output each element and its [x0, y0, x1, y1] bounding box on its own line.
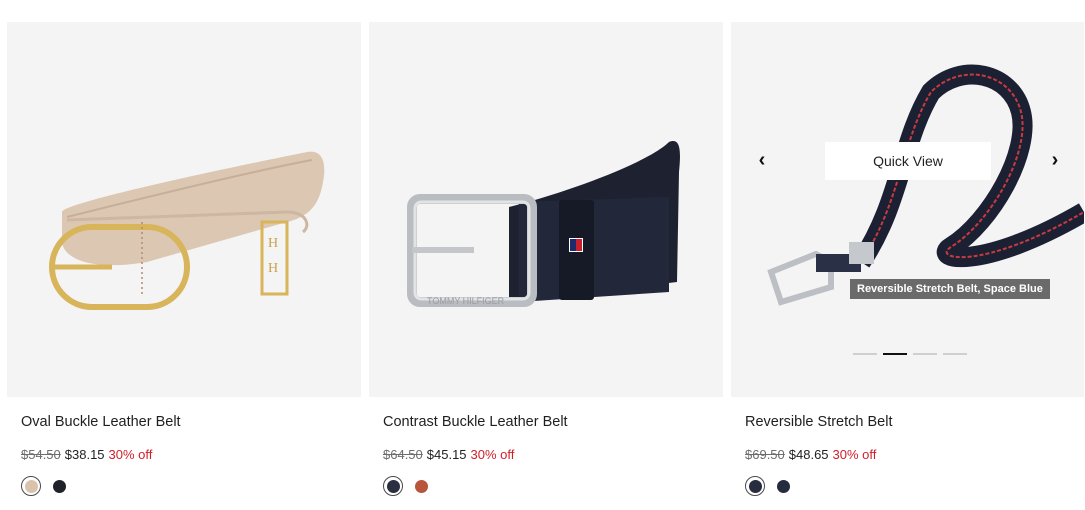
carousel-dot[interactable] [913, 353, 937, 355]
product-title[interactable]: Contrast Buckle Leather Belt [383, 414, 568, 430]
belt-image: TOMMY HILFIGER [407, 141, 680, 307]
product-title[interactable]: Reversible Stretch Belt [745, 414, 892, 430]
product-price: $69.50 $48.65 30% off [745, 447, 876, 462]
color-swatches [745, 476, 793, 496]
belt-image: H H [49, 151, 325, 310]
carousel-indicators [853, 353, 967, 355]
product-card[interactable]: TOMMY HILFIGER Contrast Buckle Leather B… [369, 22, 723, 496]
sale-price: $48.65 [788, 447, 829, 462]
sale-price: $45.15 [426, 447, 467, 462]
belt-image [767, 64, 1084, 306]
carousel-dot-active[interactable] [883, 353, 907, 355]
carousel-dot[interactable] [853, 353, 877, 355]
product-title[interactable]: Oval Buckle Leather Belt [21, 414, 181, 430]
image-tooltip: Reversible Stretch Belt, Space Blue [850, 279, 1050, 299]
product-card[interactable]: H H Oval Buckle Leather Belt $54.50 $38.1… [7, 22, 361, 496]
svg-text:TOMMY HILFIGER: TOMMY HILFIGER [427, 296, 505, 306]
discount-label: 30% off [832, 447, 877, 462]
discount-label: 30% off [108, 447, 153, 462]
original-price: $64.50 [383, 447, 423, 462]
product-card[interactable]: ‹ › Quick View Reversible Stretch Belt, … [731, 22, 1084, 496]
product-grid: H H Oval Buckle Leather Belt $54.50 $38.1… [7, 22, 1084, 496]
carousel-dot[interactable] [943, 353, 967, 355]
discount-label: 30% off [470, 447, 515, 462]
color-swatch-brown[interactable] [411, 476, 431, 496]
svg-text:H: H [268, 261, 278, 276]
chevron-right-icon: › [1051, 148, 1059, 171]
quick-view-button[interactable]: Quick View [825, 142, 991, 180]
product-image[interactable]: H H [7, 22, 361, 397]
product-price: $54.50 $38.15 30% off [21, 447, 152, 462]
carousel-prev-button[interactable]: ‹ [751, 149, 773, 171]
color-swatches [21, 476, 69, 496]
carousel-next-button[interactable]: › [1044, 149, 1066, 171]
original-price: $54.50 [21, 447, 61, 462]
color-swatch-navy[interactable] [773, 476, 793, 496]
original-price: $69.50 [745, 447, 785, 462]
color-swatch-black[interactable] [49, 476, 69, 496]
color-swatch-navy[interactable] [383, 476, 403, 496]
color-swatch-space-blue[interactable] [745, 476, 765, 496]
sale-price: $38.15 [64, 447, 105, 462]
color-swatches [383, 476, 431, 496]
color-swatch-beige[interactable] [21, 476, 41, 496]
chevron-left-icon: ‹ [758, 148, 766, 171]
product-image[interactable]: ‹ › Quick View Reversible Stretch Belt, … [731, 22, 1084, 397]
product-price: $64.50 $45.15 30% off [383, 447, 514, 462]
svg-text:H: H [268, 236, 278, 251]
product-image[interactable]: TOMMY HILFIGER [369, 22, 723, 397]
